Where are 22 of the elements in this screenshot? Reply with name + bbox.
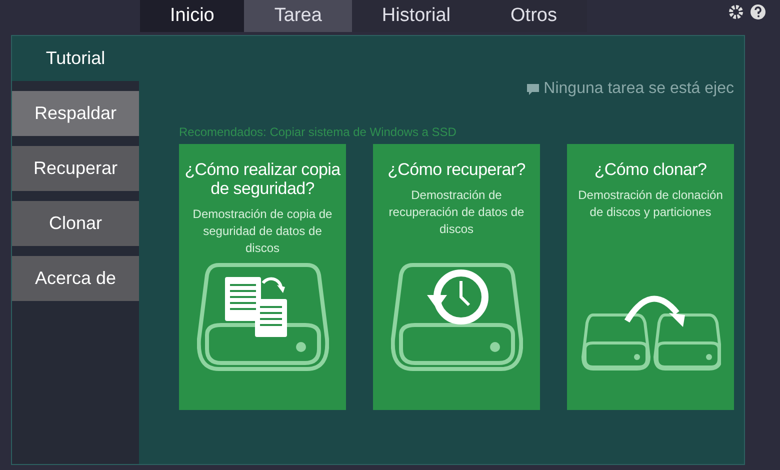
message-icon [526, 82, 540, 96]
settings-icon[interactable] [728, 4, 744, 20]
status-message: Ninguna tarea se está ejec [544, 80, 734, 98]
nav-tab[interactable]: Inicio [140, 0, 244, 32]
card-description: Demostración de clonación de discos y particiones [577, 187, 724, 221]
tutorial-card[interactable]: ¿Cómo clonar? Demostración de clonación de discos y particiones [567, 144, 734, 410]
card-title: ¿Cómo clonar? [594, 160, 707, 179]
card-title: ¿Cómo recuperar? [388, 160, 526, 179]
sidebar-item[interactable]: Tutorial [12, 36, 139, 81]
tutorial-card[interactable]: ¿Cómo recuperar? Demostración de recuperación de datos de discos [373, 144, 540, 410]
card-description: Demostración de recuperación de datos de discos [388, 187, 526, 238]
card-title: ¿Cómo realizar copia de seguridad? [184, 160, 342, 198]
sidebar-item[interactable]: Clonar [12, 201, 139, 246]
sidebar-item[interactable]: Respaldar [12, 91, 139, 136]
sidebar-item[interactable]: Recuperar [12, 146, 139, 191]
nav-tab[interactable]: Otros [480, 0, 587, 32]
help-icon[interactable] [750, 4, 766, 20]
nav-tab[interactable]: Historial [352, 0, 481, 32]
tutorial-card[interactable]: ¿Cómo realizar copia de seguridad? Demostración de copia de seguridad de datos de discos [179, 144, 346, 410]
card-description: Demostración de copia de seguridad de datos de discos [192, 206, 334, 257]
nav-tab[interactable]: Tarea [244, 0, 352, 32]
sidebar-item[interactable]: Acerca de [12, 256, 139, 301]
